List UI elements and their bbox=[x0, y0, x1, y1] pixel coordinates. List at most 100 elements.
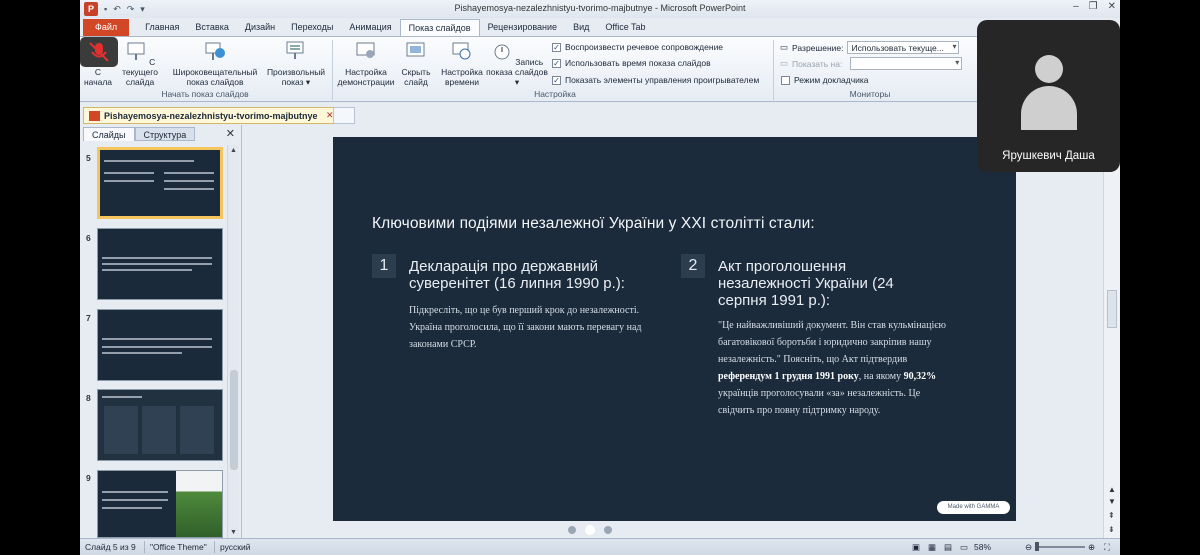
custom-show-button[interactable]: Произвольный показ ▾ bbox=[263, 40, 329, 87]
tab-animation[interactable]: Анимация bbox=[341, 19, 399, 36]
scroll-up-icon[interactable]: ▲ bbox=[1108, 485, 1116, 494]
pane-scrollbar[interactable]: ▲ ▼ bbox=[227, 145, 239, 538]
zoom-out-icon[interactable]: ⊖ bbox=[1025, 542, 1032, 553]
muted-microphone-icon[interactable] bbox=[80, 37, 118, 67]
thumb-text-line bbox=[102, 269, 192, 271]
checkbox-narration-box[interactable]: ✓ bbox=[552, 42, 561, 52]
theme-name[interactable]: "Office Theme" bbox=[150, 542, 207, 552]
zoom-level[interactable]: 58% bbox=[974, 542, 991, 552]
right-black-strip bbox=[1120, 0, 1200, 555]
column-2-heading: Акт проголошення незалежності України (2… bbox=[718, 258, 894, 309]
slide-thumbnail-5[interactable] bbox=[97, 147, 223, 219]
made-with-gamma-badge[interactable]: Made with GAMMA bbox=[937, 501, 1010, 514]
record-show-button[interactable]: Запись показа слайдов ▾ bbox=[486, 40, 548, 87]
normal-view-icon[interactable]: ▣ bbox=[912, 542, 920, 553]
checkbox-narration-label: Воспроизвести речевое сопровождение bbox=[565, 42, 724, 52]
slide-number: 9 bbox=[86, 473, 91, 483]
show-on-field[interactable] bbox=[850, 57, 963, 70]
thumb-text-line bbox=[102, 263, 212, 265]
checkbox-media-controls[interactable]: ✓ Показать элементы управления проигрыва… bbox=[552, 75, 759, 85]
checkbox-presenter-view-box[interactable] bbox=[781, 75, 790, 85]
ribbon: С начала С текущего слайда Широковещател… bbox=[80, 36, 1120, 102]
pane-scroll-thumb[interactable] bbox=[230, 370, 238, 470]
tab-design[interactable]: Дизайн bbox=[237, 19, 283, 36]
body-line: Підкресліть, що це був перший крок до не… bbox=[409, 305, 640, 316]
tab-view[interactable]: Вид bbox=[565, 19, 597, 36]
group-label-start-show: Начать показ слайдов bbox=[161, 89, 249, 99]
pager-dot[interactable] bbox=[568, 526, 576, 534]
slide-pager bbox=[568, 525, 612, 535]
tab-home[interactable]: Главная bbox=[137, 19, 187, 36]
thumb-text-line bbox=[102, 499, 168, 501]
heading-line: Декларація про державний bbox=[409, 258, 599, 275]
body-line: свідчить про повну підтримку народу. bbox=[718, 405, 881, 416]
avatar-head bbox=[1035, 55, 1063, 83]
tab-insert[interactable]: Вставка bbox=[187, 19, 236, 36]
scroll-up-icon[interactable]: ▲ bbox=[230, 147, 237, 154]
new-tab-button[interactable] bbox=[333, 107, 355, 124]
broadcast-icon bbox=[205, 42, 225, 60]
tab-slide-show[interactable]: Показ слайдов bbox=[399, 19, 480, 36]
minimize-icon[interactable]: – bbox=[1073, 1, 1079, 12]
document-tab[interactable]: Pishayemosya-nezalezhnistyu-tvorimo-majb… bbox=[83, 107, 341, 124]
checkbox-media-controls-box[interactable]: ✓ bbox=[552, 75, 561, 85]
zoom-in-icon[interactable]: ⊕ bbox=[1088, 542, 1095, 553]
checkbox-use-timings-box[interactable]: ✓ bbox=[552, 58, 561, 68]
close-pane-icon[interactable]: ✕ bbox=[226, 127, 235, 140]
checkbox-media-controls-label: Показать элементы управления проигрывате… bbox=[565, 75, 760, 85]
slide-sorter-icon[interactable]: ▦ bbox=[928, 542, 936, 553]
avatar-shoulders bbox=[1021, 86, 1077, 130]
tab-transitions[interactable]: Переходы bbox=[283, 19, 341, 36]
setup-show-button[interactable]: Настройка демонстрации bbox=[335, 40, 397, 87]
slide-thumbnail-6[interactable] bbox=[97, 228, 223, 300]
scroll-down-icon[interactable]: ▼ bbox=[1108, 497, 1116, 506]
ribbon-tabs: Файл Главная Вставка Дизайн Переходы Ани… bbox=[80, 18, 1120, 36]
next-slide-icon[interactable]: ⇟ bbox=[1108, 525, 1115, 534]
monitor-icon: ▭ bbox=[780, 42, 789, 52]
rehearse-timings-button[interactable]: Настройка времени bbox=[438, 40, 486, 87]
monitor-icon: ▭ bbox=[780, 58, 789, 68]
participant-video-tile[interactable]: Ярушкевич Даша bbox=[977, 20, 1120, 172]
scroll-down-icon[interactable]: ▼ bbox=[230, 529, 237, 536]
checkbox-use-timings[interactable]: ✓ Использовать время показа слайдов bbox=[552, 58, 711, 68]
from-current-button[interactable]: С текущего слайда bbox=[116, 40, 164, 87]
rehearse-timings-label: Настройка времени bbox=[441, 67, 483, 87]
column-2-body: "Це найважливіший документ. Він став кул… bbox=[718, 317, 946, 419]
broadcast-button[interactable]: Широковещательный показ слайдов bbox=[170, 40, 260, 87]
slide-thumbnail-8[interactable] bbox=[97, 389, 223, 461]
previous-slide-icon[interactable]: ⇞ bbox=[1108, 511, 1115, 520]
thumb-card bbox=[142, 406, 176, 454]
fit-to-window-icon[interactable]: ⛶ bbox=[1104, 542, 1110, 553]
tab-review[interactable]: Рецензирование bbox=[480, 19, 566, 36]
resolution-field[interactable]: Использовать текуще... bbox=[847, 41, 960, 54]
tab-office-tab[interactable]: Office Tab bbox=[597, 19, 653, 36]
tab-slides[interactable]: Слайды bbox=[83, 127, 135, 141]
canvas-scroll-thumb[interactable] bbox=[1107, 290, 1117, 328]
resolution-dropdown[interactable]: ▭ Разрешение: Использовать текуще... bbox=[780, 41, 960, 54]
language-indicator[interactable]: русский bbox=[220, 542, 251, 552]
pager-dot[interactable] bbox=[604, 526, 612, 534]
projector-screen-icon bbox=[127, 42, 145, 60]
reading-view-icon[interactable]: ▤ bbox=[944, 542, 952, 553]
restore-icon[interactable]: ❐ bbox=[1089, 1, 1098, 12]
show-on-dropdown[interactable]: ▭ Показать на: bbox=[780, 57, 963, 70]
current-slide[interactable]: Ключовими подіями незалежної України у X… bbox=[333, 137, 1016, 521]
slide-thumbnail-9[interactable] bbox=[97, 470, 223, 538]
tab-file[interactable]: Файл bbox=[83, 19, 130, 36]
column-1-body: Підкресліть, що це був перший крок до не… bbox=[409, 302, 642, 353]
from-beginning-button[interactable]: С начала bbox=[82, 67, 114, 87]
checkbox-presenter-view[interactable]: Режим докладчика bbox=[781, 75, 869, 85]
close-icon[interactable]: ✕ bbox=[1108, 1, 1116, 12]
pager-dot-active[interactable] bbox=[585, 525, 595, 535]
checkbox-narration[interactable]: ✓ Воспроизвести речевое сопровождение bbox=[552, 42, 723, 52]
hide-slide-icon bbox=[406, 42, 425, 57]
hide-slide-button[interactable]: Скрыть слайд bbox=[398, 40, 434, 87]
tab-outline[interactable]: Структура bbox=[134, 127, 196, 141]
zoom-slider-knob[interactable] bbox=[1035, 542, 1039, 551]
canvas-scrollbar[interactable]: ▲ ▼ ⇞ ⇟ bbox=[1103, 125, 1120, 538]
zoom-slider[interactable] bbox=[1035, 546, 1085, 548]
status-separator bbox=[144, 541, 145, 553]
slideshow-view-icon[interactable]: ▭ bbox=[960, 542, 968, 553]
slide-thumbnail-7[interactable] bbox=[97, 309, 223, 381]
slide-number: 5 bbox=[86, 153, 91, 163]
